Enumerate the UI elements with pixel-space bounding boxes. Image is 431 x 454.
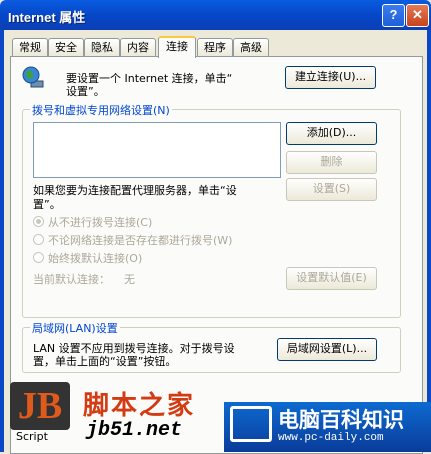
current-default-value: 无	[124, 273, 135, 286]
jb51-logo: JB	[10, 382, 70, 430]
tab-advanced[interactable]: 高级	[233, 38, 269, 56]
always-dial-default-label: 始终拨默认连接(O)	[48, 252, 143, 265]
pc-daily-watermark-title: 电脑百科知识	[278, 408, 404, 432]
network-globe-icon	[22, 66, 44, 88]
add-button[interactable]: 添加(D)...	[286, 122, 377, 145]
help-button[interactable]: ?	[382, 4, 405, 27]
setup-connection-button[interactable]: 建立连接(U)...	[285, 66, 376, 89]
window-frame-right	[427, 30, 431, 452]
dial-whenever-radio[interactable]	[33, 234, 44, 245]
proxy-text-line2: 置”。	[33, 198, 61, 211]
dial-whenever-label: 不论网络连接是否存在都进行拨号(W)	[48, 234, 233, 247]
lan-settings-button[interactable]: 局域网设置(L)...	[277, 338, 377, 361]
jb51-watermark-site: jb51.net	[86, 419, 183, 442]
connections-listbox[interactable]	[33, 122, 281, 178]
window-frame-left	[0, 30, 4, 452]
setup-text-line2: 设置”。	[66, 85, 105, 98]
close-button[interactable]: ✕	[406, 4, 429, 27]
tab-content[interactable]: 内容	[120, 38, 156, 56]
dialup-group-label: 拨号和虚拟专用网络设置(N)	[30, 102, 172, 118]
set-default-button[interactable]: 设置默认值(E)	[286, 267, 377, 290]
tab-security[interactable]: 安全	[48, 38, 84, 56]
tab-general[interactable]: 常规	[12, 38, 48, 56]
monitor-icon	[230, 406, 272, 442]
tab-privacy[interactable]: 隐私	[84, 38, 120, 56]
never-dial-radio[interactable]	[33, 216, 44, 227]
current-default-label: 当前默认连接：	[33, 273, 110, 286]
tab-connections[interactable]: 连接	[158, 36, 196, 58]
script-watermark-text: Script	[16, 430, 48, 443]
lan-text-line2: 置，单击上面的“设置”按钮。	[33, 355, 177, 368]
proxy-text-line1: 如果您要为连接配置代理服务器，单击“设	[33, 184, 237, 197]
tab-programs[interactable]: 程序	[197, 38, 233, 56]
remove-button[interactable]: 删除	[286, 151, 377, 174]
never-dial-label: 从不进行拨号连接(C)	[48, 216, 153, 229]
lan-group-label: 局域网(LAN)设置	[30, 320, 120, 336]
proxy-settings-button[interactable]: 设置(S)	[286, 178, 377, 201]
window-title: Internet 属性	[8, 10, 86, 25]
pc-daily-watermark-site: www.pc-daily.com	[278, 432, 384, 444]
title-bar[interactable]: Internet 属性 ? ✕	[0, 0, 431, 30]
jb51-watermark-title: 脚本之家	[83, 391, 196, 421]
always-dial-default-radio[interactable]	[33, 252, 44, 263]
